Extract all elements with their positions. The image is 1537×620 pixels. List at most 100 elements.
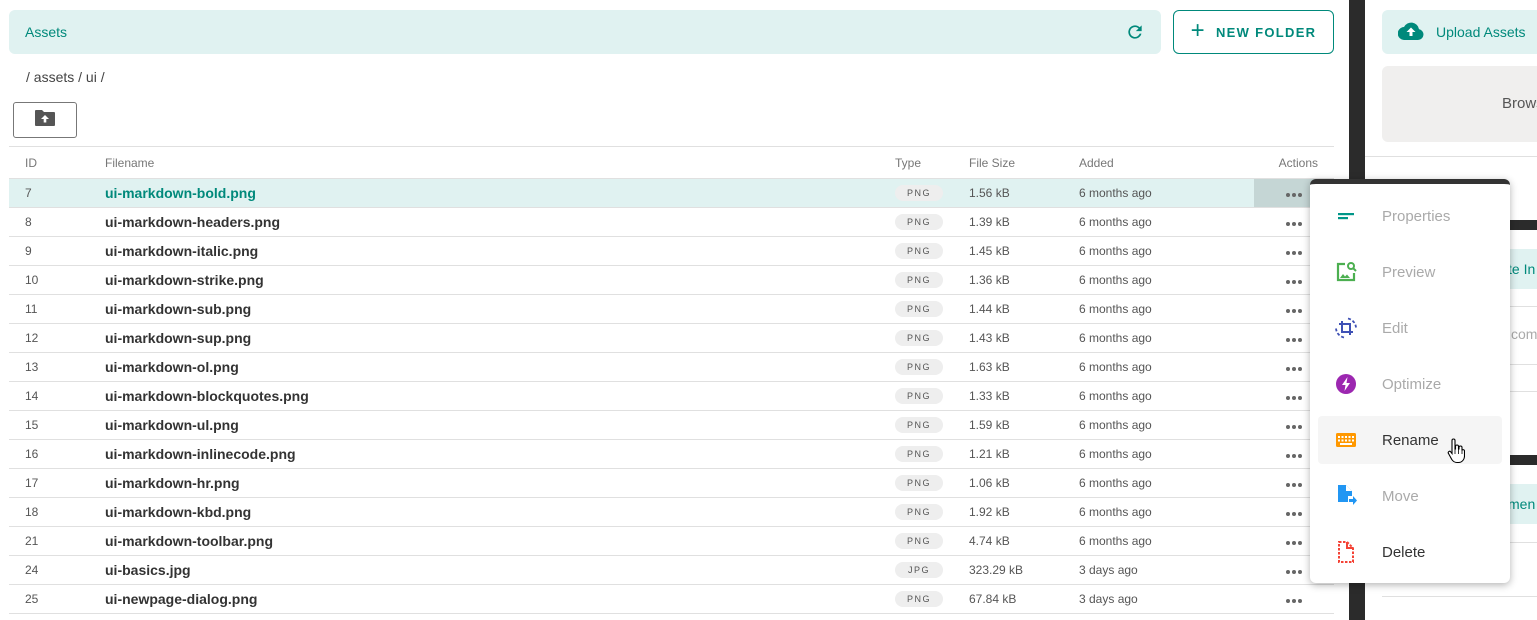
menu-item-label: Edit xyxy=(1382,319,1408,337)
cell-added: 6 months ago xyxy=(1079,207,1254,237)
cell-file-size: 4.74 kB xyxy=(969,526,1079,556)
refresh-icon[interactable] xyxy=(1125,22,1145,42)
more-actions-icon[interactable] xyxy=(1282,305,1306,317)
cell-filename[interactable]: ui-markdown-bold.png xyxy=(89,178,879,208)
input-border xyxy=(1382,596,1537,597)
table-row[interactable]: 18 ui-markdown-kbd.png PNG 1.92 kB 6 months … xyxy=(9,497,1334,527)
cell-added: 3 days ago xyxy=(1079,555,1254,585)
type-chip: PNG xyxy=(895,301,943,317)
browse-dropzone[interactable]: Browse xyxy=(1382,66,1537,142)
cell-filename[interactable]: ui-markdown-headers.png xyxy=(89,207,879,237)
table-row[interactable]: 13 ui-markdown-ol.png PNG 1.63 kB 6 months a… xyxy=(9,352,1334,382)
more-actions-icon[interactable] xyxy=(1282,392,1306,404)
properties-icon xyxy=(1334,204,1358,228)
cell-filename[interactable]: ui-markdown-blockquotes.png xyxy=(89,381,879,411)
cell-file-size: 1.33 kB xyxy=(969,381,1079,411)
more-actions-icon[interactable] xyxy=(1282,218,1306,230)
more-actions-icon[interactable] xyxy=(1282,334,1306,346)
type-chip: PNG xyxy=(895,330,943,346)
cell-id: 12 xyxy=(9,323,89,353)
cell-filename[interactable]: ui-markdown-ol.png xyxy=(89,352,879,382)
header-filename[interactable]: Filename xyxy=(89,146,879,179)
menu-item-properties[interactable]: Properties xyxy=(1318,192,1502,240)
cell-added: 6 months ago xyxy=(1079,352,1254,382)
cell-filename[interactable]: ui-newpage-dialog.png xyxy=(89,584,879,614)
more-actions-icon[interactable] xyxy=(1282,595,1306,607)
more-actions-icon[interactable] xyxy=(1282,276,1306,288)
file-move-icon xyxy=(1334,484,1358,508)
cell-filename[interactable]: ui-markdown-ul.png xyxy=(89,410,879,440)
table-row[interactable]: 16 ui-markdown-inlinecode.png PNG 1.21 kB 6 … xyxy=(9,439,1334,469)
menu-item-preview[interactable]: Preview xyxy=(1318,248,1502,296)
menu-item-delete[interactable]: Delete xyxy=(1318,528,1502,576)
menu-item-label: Move xyxy=(1382,487,1419,505)
table-row[interactable]: 9 ui-markdown-italic.png PNG 1.45 kB 6 month… xyxy=(9,236,1334,266)
more-actions-icon[interactable] xyxy=(1282,247,1306,259)
cell-filename[interactable]: ui-markdown-toolbar.png xyxy=(89,526,879,556)
cell-filename[interactable]: ui-markdown-strike.png xyxy=(89,265,879,295)
more-actions-icon[interactable] xyxy=(1282,421,1306,433)
cell-filename[interactable]: ui-basics.jpg xyxy=(89,555,879,585)
cell-file-size: 1.59 kB xyxy=(969,410,1079,440)
cell-type: PNG xyxy=(879,439,969,469)
assets-table: ID Filename Type File Size Added Actions… xyxy=(9,146,1334,614)
cell-id: 15 xyxy=(9,410,89,440)
cell-filename[interactable]: ui-markdown-sup.png xyxy=(89,323,879,353)
cell-added: 6 months ago xyxy=(1079,294,1254,324)
header-id[interactable]: ID xyxy=(9,146,89,179)
cell-filename[interactable]: ui-markdown-inlinecode.png xyxy=(89,439,879,469)
cell-filename[interactable]: ui-markdown-sub.png xyxy=(89,294,879,324)
cell-type: PNG xyxy=(879,265,969,295)
cell-id: 18 xyxy=(9,497,89,527)
table-row[interactable]: 7 ui-markdown-bold.png PNG 1.56 kB 6 months … xyxy=(9,178,1334,208)
assets-toolbar: Assets xyxy=(9,10,1161,54)
plus-icon: + xyxy=(1190,17,1206,44)
more-actions-icon[interactable] xyxy=(1282,508,1306,520)
table-row[interactable]: 15 ui-markdown-ul.png PNG 1.59 kB 6 months a… xyxy=(9,410,1334,440)
cell-type: PNG xyxy=(879,178,969,208)
browse-label: Browse xyxy=(1502,95,1537,112)
folder-up-button[interactable] xyxy=(13,102,77,138)
more-actions-icon[interactable] xyxy=(1282,363,1306,375)
more-actions-icon[interactable] xyxy=(1282,537,1306,549)
table-row[interactable]: 25 ui-newpage-dialog.png PNG 67.84 kB 3 days… xyxy=(9,584,1334,614)
menu-item-label: Properties xyxy=(1382,207,1451,225)
new-folder-label: NEW FOLDER xyxy=(1215,24,1317,40)
cell-actions xyxy=(1254,584,1334,614)
table-row[interactable]: 11 ui-markdown-sub.png PNG 1.44 kB 6 months … xyxy=(9,294,1334,324)
type-chip: PNG xyxy=(895,446,943,462)
table-row[interactable]: 14 ui-markdown-blockquotes.png PNG 1.33 kB 6… xyxy=(9,381,1334,411)
file-delete-icon xyxy=(1334,540,1358,564)
table-row[interactable]: 17 ui-markdown-hr.png PNG 1.06 kB 6 months a… xyxy=(9,468,1334,498)
cell-type: JPG xyxy=(879,555,969,585)
menu-item-edit[interactable]: Edit xyxy=(1318,304,1502,352)
cell-added: 6 months ago xyxy=(1079,381,1254,411)
table-row[interactable]: 21 ui-markdown-toolbar.png PNG 4.74 kB 6 mon… xyxy=(9,526,1334,556)
new-folder-button[interactable]: + NEW FOLDER xyxy=(1173,10,1334,54)
cell-id: 17 xyxy=(9,468,89,498)
menu-item-move[interactable]: Move xyxy=(1318,472,1502,520)
cell-filename[interactable]: ui-markdown-hr.png xyxy=(89,468,879,498)
cell-file-size: 1.44 kB xyxy=(969,294,1079,324)
header-added[interactable]: Added xyxy=(1079,146,1254,179)
table-row[interactable]: 24 ui-basics.jpg JPG 323.29 kB 3 days ago xyxy=(9,555,1334,585)
header-type[interactable]: Type xyxy=(879,146,969,179)
more-actions-icon[interactable] xyxy=(1282,479,1306,491)
menu-item-optimize[interactable]: Optimize xyxy=(1318,360,1502,408)
cell-filename[interactable]: ui-markdown-kbd.png xyxy=(89,497,879,527)
breadcrumb[interactable]: / assets / ui / xyxy=(26,69,105,85)
more-actions-icon[interactable] xyxy=(1282,450,1306,462)
type-chip: PNG xyxy=(895,533,943,549)
cell-type: PNG xyxy=(879,497,969,527)
cell-id: 21 xyxy=(9,526,89,556)
header-file-size[interactable]: File Size xyxy=(969,146,1079,179)
more-actions-icon[interactable] xyxy=(1282,189,1306,201)
upload-assets-header[interactable]: Upload Assets xyxy=(1382,10,1537,54)
cell-filename[interactable]: ui-markdown-italic.png xyxy=(89,236,879,266)
table-row[interactable]: 10 ui-markdown-strike.png PNG 1.36 kB 6 mont… xyxy=(9,265,1334,295)
more-actions-icon[interactable] xyxy=(1282,566,1306,578)
table-row[interactable]: 8 ui-markdown-headers.png PNG 1.39 kB 6 mont… xyxy=(9,207,1334,237)
cell-file-size: 323.29 kB xyxy=(969,555,1079,585)
table-row[interactable]: 12 ui-markdown-sup.png PNG 1.43 kB 6 months … xyxy=(9,323,1334,353)
menu-item-rename[interactable]: Rename xyxy=(1318,416,1502,464)
